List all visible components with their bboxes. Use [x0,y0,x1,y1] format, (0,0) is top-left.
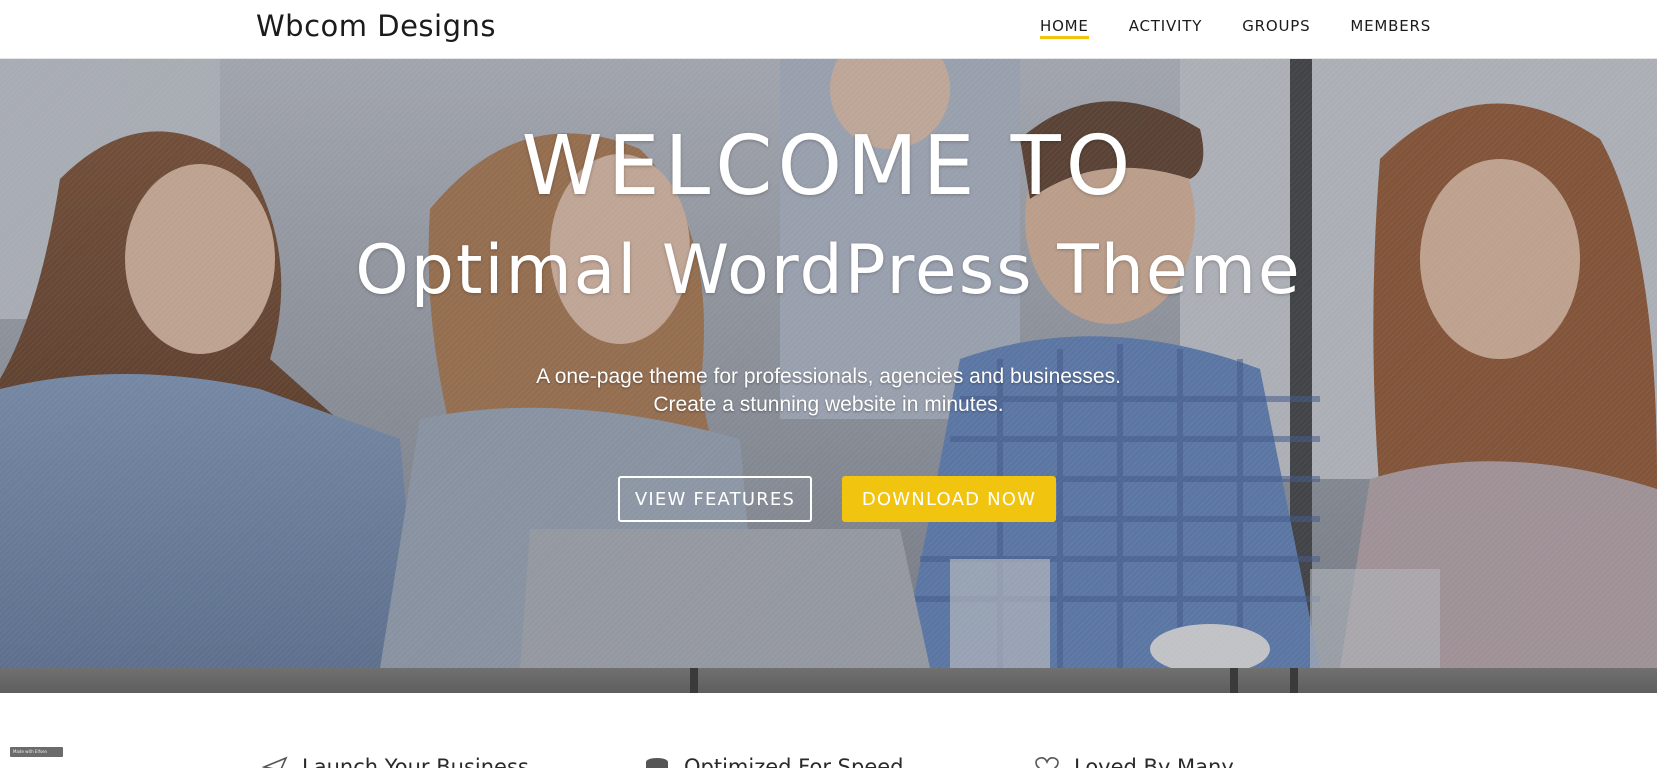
nav-item-members[interactable]: MEMBERS [1350,0,1431,59]
hero-subtitle-line2: Create a stunning website in minutes. [653,393,1004,416]
nav-item-home[interactable]: HOME [1040,0,1089,59]
heart-icon [1034,756,1060,768]
main-nav: HOME ACTIVITY GROUPS MEMBERS [1040,0,1471,59]
nav-item-groups[interactable]: GROUPS [1242,0,1310,59]
hero-subtitle-line1: A one-page theme for professionals, agen… [536,365,1121,388]
feature-loved-by-many: Loved By Many [1034,752,1234,768]
feature-label: Loved By Many [1074,755,1234,768]
hero-bottom-strip [0,668,1657,693]
download-now-button[interactable]: DOWNLOAD NOW [842,476,1056,522]
paper-plane-icon [261,756,288,768]
hero-heading-theme: Optimal WordPress Theme [355,231,1302,310]
hero-heading-welcome: WELCOME TO [521,119,1136,214]
feature-label: Launch Your Business [302,755,529,768]
hero-section: WELCOME TO Optimal WordPress Theme A one… [0,59,1657,693]
view-features-button[interactable]: VIEW FEATURES [618,476,812,522]
feature-label: Optimized For Speed [684,755,904,768]
database-icon [644,756,670,768]
feature-launch-business: Launch Your Business [261,752,529,768]
made-with-badge[interactable]: Made with Elfsen [10,747,63,757]
site-header: Wbcom Designs HOME ACTIVITY GROUPS MEMBE… [0,0,1657,59]
feature-optimized-speed: Optimized For Speed [644,752,904,768]
nav-item-activity[interactable]: ACTIVITY [1129,0,1202,59]
site-title-link[interactable]: Wbcom Designs [256,9,496,43]
